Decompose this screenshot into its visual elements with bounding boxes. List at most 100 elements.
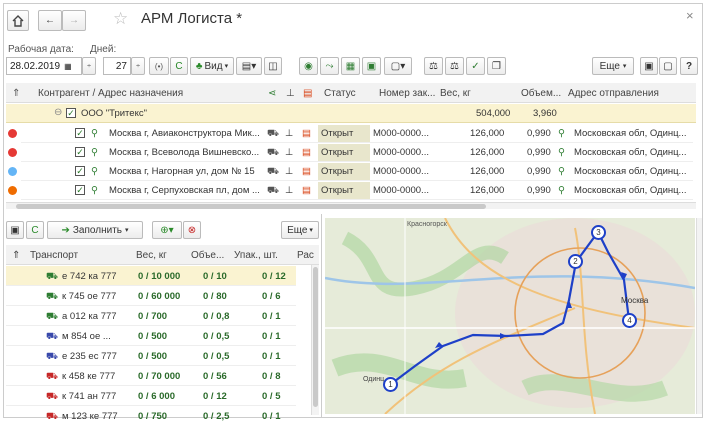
pin-icon: ⚲: [91, 147, 98, 158]
col-volume[interactable]: Объем...: [521, 88, 561, 99]
route-map[interactable]: Красногорск Москва Одинц 1 2 3 4: [325, 218, 695, 414]
tool-button-1[interactable]: ◉: [299, 57, 318, 75]
favorite-star-icon[interactable]: ☆: [113, 9, 128, 29]
transport-row[interactable]: ⛟ м 123 ке 777 0 / 750 0 / 2,5 0 / 1: [6, 406, 296, 421]
warehouse-icon: ⊥: [285, 147, 294, 158]
order-row[interactable]: ✓ ⚲ Москва г, Серпуховская пл, дом ... ⛟…: [8, 181, 693, 200]
work-date-field[interactable]: 28.02.2019 ▦: [6, 57, 82, 75]
group-checkbox[interactable]: ✓: [66, 108, 76, 118]
tool-button-2[interactable]: ⤳: [320, 57, 339, 75]
columns-button[interactable]: ◫: [264, 57, 282, 75]
col-sender[interactable]: Адрес отправления: [568, 88, 659, 99]
orders-hscroll[interactable]: [6, 202, 696, 209]
row-checkbox[interactable]: ✓: [75, 147, 85, 157]
row-checkbox[interactable]: ✓: [75, 185, 85, 195]
map-label-odintsovo: Одинц: [363, 376, 385, 383]
help-button[interactable]: ?: [680, 57, 698, 75]
order-volume: 0,990: [527, 128, 551, 139]
panel-divider[interactable]: [321, 214, 322, 418]
truck-icon: ⛟: [267, 166, 279, 177]
vehicle-plate: к 745 ое 777: [62, 291, 117, 302]
order-row[interactable]: ✓ ⚲ Москва г, Всеволода Вишневско... ⛟ ⊥…: [8, 143, 693, 162]
vehicle-packages: 0 / 1: [262, 311, 281, 322]
orders-header: ⇑ Контрагент / Адрес назначения ⋖ ⊥ ▤ Ст…: [6, 83, 696, 103]
order-number: М000-0000...: [373, 128, 429, 139]
order-row[interactable]: ✓ ⚲ Москва г, Авиаконструктора Мик... ⛟ …: [8, 124, 693, 143]
col-transport[interactable]: Транспорт: [30, 250, 78, 261]
dropdown-icon: ▾: [224, 63, 229, 70]
view-button[interactable]: ♣ Вид ▾: [190, 57, 234, 75]
date-stepper[interactable]: ÷: [82, 57, 96, 75]
col-counterparty[interactable]: Контрагент / Адрес назначения: [38, 88, 183, 99]
settings-button-b[interactable]: ▢: [659, 57, 677, 75]
route-point-1[interactable]: 1: [383, 377, 398, 392]
tool-button-6[interactable]: ⚖: [424, 57, 443, 75]
group-row[interactable]: ⊖ ✓ ООО "Тритекс" 504,000 3,960: [6, 104, 696, 123]
days-field[interactable]: 27: [103, 57, 131, 75]
tool-button-5[interactable]: ▢▾: [384, 57, 412, 75]
col-status[interactable]: Статус: [324, 88, 356, 99]
tool-button-7[interactable]: ⚖: [445, 57, 464, 75]
col-t-weight[interactable]: Вес, кг: [136, 250, 167, 261]
col-weight[interactable]: Вес, кг: [440, 88, 471, 99]
vehicle-plate: а 012 ка 777: [62, 311, 117, 322]
vehicle-volume: 0 / 10: [203, 271, 227, 282]
map-label-moscow: Москва: [621, 296, 649, 305]
transport-refresh-button[interactable]: C: [26, 221, 44, 239]
tool-button-9[interactable]: ❐: [487, 57, 506, 75]
row-checkbox[interactable]: ✓: [75, 166, 85, 176]
transport-vscroll[interactable]: [311, 265, 319, 415]
report-icon: ▢▾: [390, 60, 406, 72]
transport-row[interactable]: ⛟ е 235 ес 777 0 / 500 0 / 0,5 0 / 1: [6, 346, 296, 366]
transport-more-button[interactable]: Еще ▾: [281, 221, 319, 239]
print-button[interactable]: ▤▾: [236, 57, 262, 75]
transport-row[interactable]: ⛟ к 741 ан 777 0 / 6 000 0 / 12 0 / 5: [6, 386, 296, 406]
add-button[interactable]: ⊕▾: [152, 221, 182, 239]
route-point-3[interactable]: 3: [591, 225, 606, 240]
order-row[interactable]: ✓ ⚲ Москва г, Нагорная ул, дом № 15 ⛟ ⊥ …: [8, 162, 693, 181]
home-button[interactable]: [7, 10, 29, 31]
tool-button-3[interactable]: ▦: [341, 57, 360, 75]
days-stepper[interactable]: ÷: [131, 57, 145, 75]
settings-button-a[interactable]: ▣: [640, 57, 658, 75]
row-checkbox[interactable]: ✓: [75, 128, 85, 138]
tool-button-4[interactable]: ▣: [362, 57, 381, 75]
tool-button-8[interactable]: ✓: [466, 57, 485, 75]
fill-button[interactable]: ➔ Заполнить ▾: [47, 221, 143, 239]
col-t-extra[interactable]: Рас: [297, 250, 314, 261]
more-button[interactable]: Еще ▾: [592, 57, 634, 75]
back-button[interactable]: ←: [38, 10, 62, 31]
col-t-volume[interactable]: Объе...: [191, 250, 224, 261]
transport-row[interactable]: ⛟ а 012 ка 777 0 / 700 0 / 0,8 0 / 1: [6, 306, 296, 326]
save-button[interactable]: ▣: [6, 221, 24, 239]
forward-button[interactable]: →: [62, 10, 86, 31]
transport-row[interactable]: ⛟ е 742 ка 777 0 / 10 000 0 / 10 0 / 12: [6, 266, 296, 286]
warehouse-icon: ⊥: [285, 128, 294, 139]
arrow-left-icon: ←: [45, 15, 55, 26]
map-vscroll[interactable]: [696, 218, 702, 414]
transport-row[interactable]: ⛟ к 458 ке 777 0 / 70 000 0 / 56 0 / 8: [6, 366, 296, 386]
col-order[interactable]: Номер зак...: [379, 88, 435, 99]
close-icon[interactable]: ×: [686, 8, 694, 23]
vehicle-weight: 0 / 500: [138, 351, 168, 362]
order-number: М000-0000...: [373, 166, 429, 177]
refresh-icon: C: [175, 60, 183, 72]
transport-row[interactable]: ⛟ к 745 ое 777 0 / 60 000 0 / 80 0 / 6: [6, 286, 296, 306]
route-point-2[interactable]: 2: [568, 254, 583, 269]
vehicle-packages: 0 / 1: [262, 351, 281, 362]
status-cell: Открыт: [318, 163, 370, 180]
doc-icon: ▤: [302, 166, 311, 177]
vehicle-plate: к 458 ке 777: [62, 371, 116, 382]
route-arrows: [435, 272, 627, 348]
route-icon: ⤳: [325, 60, 334, 72]
truck-icon: ⛟: [46, 391, 58, 402]
route-point-4[interactable]: 4: [622, 313, 637, 328]
transport-row[interactable]: ⛟ м 854 ое ... 0 / 500 0 / 0,5 0 / 1: [6, 326, 296, 346]
refresh-button[interactable]: C: [170, 57, 188, 75]
radio-icon-button[interactable]: (•): [149, 57, 169, 75]
arrow-right-icon: →: [69, 15, 79, 26]
delete-button[interactable]: ⊗: [183, 221, 201, 239]
order-number: М000-0000...: [373, 185, 429, 196]
col-t-packages[interactable]: Упак., шт.: [234, 250, 278, 261]
collapse-icon[interactable]: ⊖: [54, 107, 62, 118]
